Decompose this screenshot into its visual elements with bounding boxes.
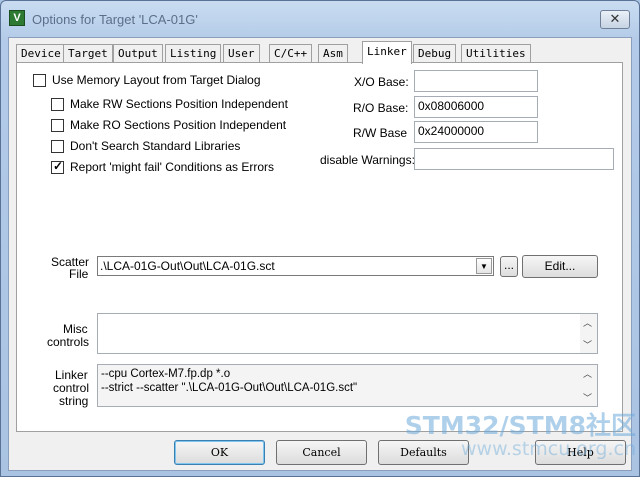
misc-controls-textarea[interactable]: ︿ ﹀ (97, 313, 598, 354)
tab-target[interactable]: Target (63, 44, 113, 63)
scatter-file-value: .\LCA-01G-Out\Out\LCA-01G.sct (100, 259, 275, 273)
checkbox-label: Report 'might fail' Conditions as Errors (70, 160, 274, 174)
linker-control-string-textarea[interactable]: --cpu Cortex-M7.fp.dp *.o --strict --sca… (97, 364, 598, 407)
xo-base-input[interactable] (414, 70, 538, 92)
rw-base-input[interactable]: 0x24000000 (414, 121, 538, 143)
misc-scrollbar[interactable]: ︿ ﹀ (580, 314, 597, 353)
keil-app-icon: V (9, 10, 25, 26)
misc-controls-label-line2: controls (47, 335, 90, 349)
misc-controls-label-line1: Misc (63, 322, 88, 336)
tab-user[interactable]: User (223, 44, 260, 63)
checkbox-box[interactable] (51, 118, 64, 132)
checkbox-label: Don't Search Standard Libraries (70, 139, 241, 153)
scroll-up-icon[interactable]: ︿ (583, 316, 592, 329)
linker-string-label-line3: string (59, 394, 89, 408)
window-title: Options for Target 'LCA-01G' (32, 12, 198, 27)
linker-tab-panel: Use Memory Layout from Target Dialog Mak… (16, 62, 623, 432)
scroll-up-icon[interactable]: ︿ (583, 367, 592, 380)
tab-device[interactable]: Device (16, 44, 66, 63)
rw-position-independent-checkbox[interactable]: Make RW Sections Position Independent (51, 97, 288, 111)
close-button[interactable]: ✕ (600, 10, 630, 29)
cancel-button[interactable]: Cancel (276, 440, 367, 465)
disable-warnings-label: disable Warnings: (320, 153, 415, 167)
ro-base-label: R/O Base: (353, 101, 409, 115)
tab-debug[interactable]: Debug (413, 44, 457, 63)
checkbox-box[interactable] (51, 97, 64, 111)
might-fail-errors-checkbox[interactable]: Report 'might fail' Conditions as Errors (51, 159, 274, 174)
use-memory-layout-checkbox[interactable]: Use Memory Layout from Target Dialog (33, 73, 261, 87)
scatter-file-label-line2: File (69, 267, 89, 281)
tab-c-cpp[interactable]: C/C++ (269, 44, 313, 63)
defaults-button[interactable]: Defaults (378, 440, 469, 465)
scroll-down-icon[interactable]: ﹀ (583, 391, 592, 404)
dont-search-libraries-checkbox[interactable]: Don't Search Standard Libraries (51, 139, 240, 153)
xo-base-label: X/O Base: (354, 75, 409, 89)
dialog-client-area: Device Target Output Listing User C/C++ … (8, 37, 632, 471)
tab-output[interactable]: Output (113, 44, 163, 63)
checkbox-label: Make RO Sections Position Independent (70, 118, 287, 132)
ro-position-independent-checkbox[interactable]: Make RO Sections Position Independent (51, 118, 286, 132)
linker-string-line2: --strict --scatter ".\LCA-01G-Out\Out\LC… (101, 382, 358, 394)
checkbox-box-checked[interactable] (51, 159, 64, 174)
checkbox-label: Use Memory Layout from Target Dialog (52, 73, 261, 87)
linker-string-label-line2: control (53, 381, 90, 395)
linker-string-scrollbar[interactable]: ︿ ﹀ (580, 365, 597, 406)
ok-button[interactable]: OK (174, 440, 265, 465)
tab-linker[interactable]: Linker (362, 41, 412, 64)
checkbox-label: Make RW Sections Position Independent (70, 97, 288, 111)
checkbox-box[interactable] (51, 139, 64, 153)
tab-listing[interactable]: Listing (165, 44, 222, 63)
options-dialog: V Options for Target 'LCA-01G' ✕ Device … (0, 0, 640, 477)
linker-string-label-line1: Linker (55, 368, 88, 382)
tab-asm[interactable]: Asm (318, 44, 348, 63)
linker-string-line1: --cpu Cortex-M7.fp.dp *.o (101, 368, 231, 380)
disable-warnings-input[interactable] (414, 148, 614, 170)
help-button[interactable]: Help (535, 440, 626, 465)
scatter-file-combo[interactable]: .\LCA-01G-Out\Out\LCA-01G.sct ▼ (97, 256, 494, 276)
scatter-edit-button[interactable]: Edit... (522, 255, 598, 278)
scroll-down-icon[interactable]: ﹀ (583, 338, 592, 351)
ro-base-input[interactable]: 0x08006000 (414, 96, 538, 118)
dropdown-arrow-icon[interactable]: ▼ (476, 258, 492, 274)
rw-base-label: R/W Base (353, 126, 408, 140)
scatter-browse-button[interactable]: ... (500, 256, 518, 277)
checkbox-box[interactable] (33, 73, 46, 87)
tab-utilities[interactable]: Utilities (461, 44, 531, 63)
title-bar[interactable]: V Options for Target 'LCA-01G' ✕ (1, 1, 639, 37)
